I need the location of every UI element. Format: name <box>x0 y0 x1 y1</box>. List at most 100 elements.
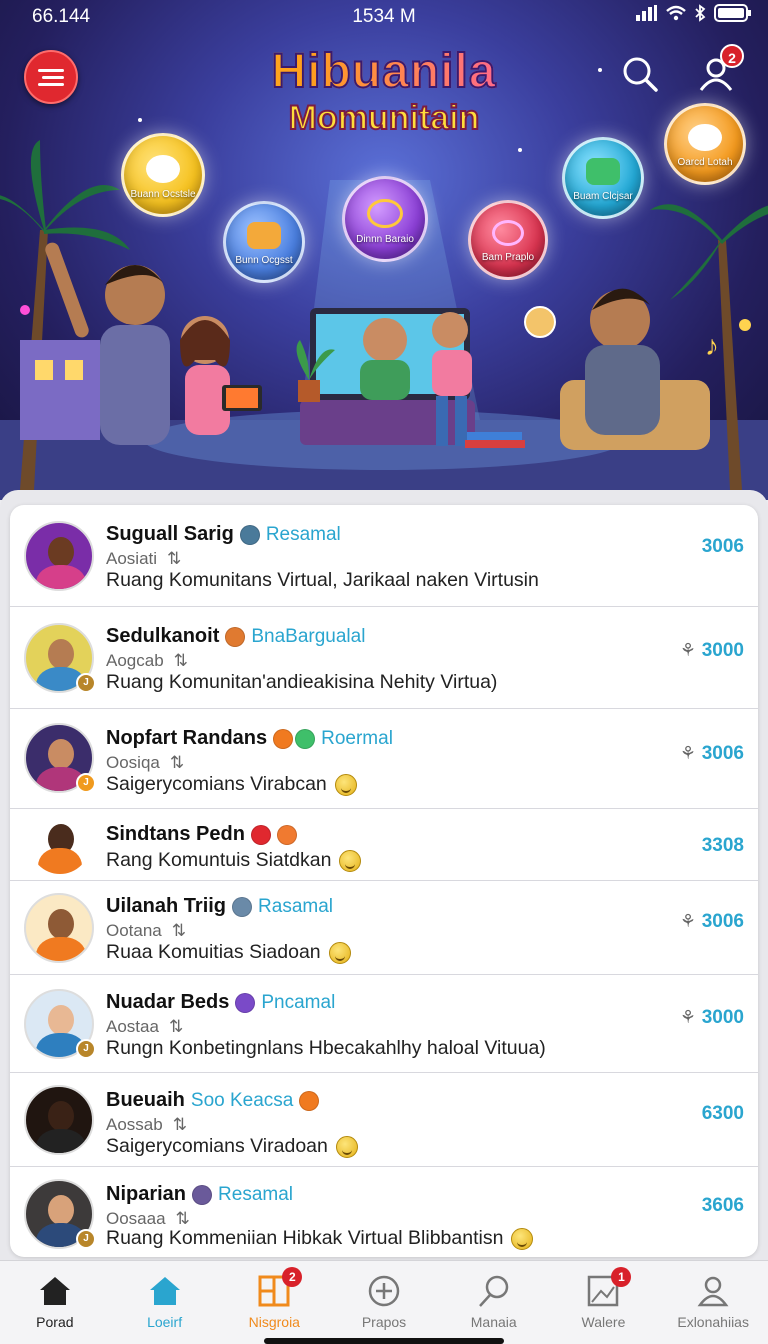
item-description: Rang Komuntuis Siatdkan <box>106 849 362 872</box>
list-item[interactable]: J Sedulkanoit BnaBargualal Aogcab ⇅ Ruan… <box>10 607 758 709</box>
item-name: Uilanah Triig <box>106 895 227 917</box>
item-tag[interactable]: BnaBargualal <box>251 626 365 648</box>
avatar <box>30 814 90 874</box>
battery-icon <box>714 4 751 22</box>
level-badge-icon: J <box>76 1229 96 1249</box>
item-tag[interactable]: Roermal <box>321 728 393 750</box>
nav-item-porad[interactable]: Porad <box>0 1261 110 1344</box>
cat-icon <box>145 154 181 183</box>
nav-item-prapos[interactable]: Prapos <box>329 1261 439 1344</box>
item-name: Nuadar Beds <box>106 991 230 1013</box>
item-description: Ruang Komunitans Virtual, Jarikaal naken… <box>106 569 539 592</box>
item-tag[interactable]: Pncamal <box>261 992 335 1014</box>
item-subtitle: Ootana <box>106 921 162 940</box>
item-description: Ruaa Komuitias Siadoan <box>106 941 351 964</box>
item-subtitle: Oosiqa <box>106 753 160 772</box>
members-icon: ⇅ <box>172 1115 187 1134</box>
item-name: Sindtans Pedn <box>106 823 245 845</box>
item-desc-text: Ruang Kommeniian Hibkak Virtual Blibbant… <box>106 1227 504 1249</box>
avatar <box>24 893 94 963</box>
members-icon: ⇅ <box>169 753 185 772</box>
bluetooth-icon <box>695 4 706 22</box>
nav-item-walere[interactable]: 1 Walere <box>549 1261 659 1344</box>
item-sub-line: Oosiqa ⇅ <box>106 753 184 773</box>
list-item[interactable]: J Nopfart Randans Roermal Oosiqa ⇅ Saige… <box>10 709 758 809</box>
smile-emoji-icon <box>339 849 362 872</box>
home-indicator <box>264 1338 504 1344</box>
mascot-icon <box>688 123 722 151</box>
member-count: 3006 <box>701 911 744 932</box>
item-name: Suguall Sarig <box>106 523 234 545</box>
nav-item-loeirf[interactable]: Loeirf <box>110 1261 220 1344</box>
nav-label: Walere <box>581 1314 626 1330</box>
music-note-icon <box>367 198 403 228</box>
activity-icon: ⚘ <box>679 640 696 660</box>
svg-text:♪: ♪ <box>705 330 719 361</box>
feature-bubble-2[interactable]: Bunn Ocgsst <box>223 201 305 283</box>
item-desc-text: Saigerycomians Viradoan <box>106 1135 328 1157</box>
activity-icon: ⚘ <box>679 1007 696 1027</box>
item-description: Saigerycomians Viradoan <box>106 1135 358 1158</box>
list-item[interactable]: Suguall Sarig Resamal Aosiati ⇅ Ruang Ko… <box>10 505 758 607</box>
signal-icon <box>636 5 657 21</box>
nav-label: Manaia <box>470 1314 517 1330</box>
item-title-line: Bueuaih Soo Keacsa <box>106 1089 320 1112</box>
item-desc-text: Saigerycomians Virabcan <box>106 773 327 795</box>
nav-label: Exlonahiias <box>677 1314 749 1330</box>
member-count: 3606 <box>701 1195 744 1216</box>
nav-item-manaia[interactable]: Manaia <box>439 1261 549 1344</box>
members-icon: ⇅ <box>168 1017 184 1036</box>
item-tag[interactable]: Soo Keacsa <box>191 1090 293 1112</box>
profile-notifications-button[interactable]: 2 <box>694 44 744 96</box>
smile-emoji-icon <box>334 773 357 796</box>
list-item[interactable]: Uilanah Triig Rasamal Ootana ⇅ Ruaa Komu… <box>10 881 758 975</box>
chart-icon <box>586 157 620 185</box>
verified-icon <box>232 896 253 917</box>
list-item[interactable]: Bueuaih Soo Keacsa Aossab ⇅ Saigerycomia… <box>10 1073 758 1167</box>
feature-label: Dinnn Baraio <box>356 234 414 245</box>
home-icon <box>149 1277 180 1305</box>
member-count: 3006 <box>701 536 744 557</box>
item-name: Sedulkanoit <box>106 625 220 647</box>
member-count: 3000 <box>701 640 744 661</box>
community-list: Suguall Sarig Resamal Aosiati ⇅ Ruang Ko… <box>10 505 758 1257</box>
feature-label: Bunn Ocgsst <box>235 255 293 266</box>
verified-icon <box>235 992 256 1013</box>
activity-icon: ⚘ <box>679 911 696 931</box>
feature-bubble-3[interactable]: Dinnn Baraio <box>342 176 428 262</box>
verified-icon <box>192 1184 213 1205</box>
item-title-line: Nuadar Beds Pncamal <box>106 991 335 1014</box>
bottom-navigation: Porad Loeirf 2 Nisgroia Prapos Manaia 1 … <box>0 1260 768 1344</box>
item-tag[interactable]: Resamal <box>218 1184 293 1206</box>
item-desc-text: Rang Komuntuis Siatdkan <box>106 849 332 871</box>
item-title-line: Sedulkanoit BnaBargualal <box>106 625 365 648</box>
list-item[interactable]: J Niparian Resamal Oosaaa ⇅ Ruang Kommen… <box>10 1167 758 1257</box>
nav-item-exlonahiias[interactable]: Exlonahiias <box>658 1261 768 1344</box>
item-desc-text: Ruang Komunitans Virtual, Jarikaal naken… <box>106 569 539 591</box>
logo-line-2: Momunitain <box>288 99 481 137</box>
feature-bubble-1[interactable]: Buann Ocstsle <box>121 133 205 217</box>
item-sub-line: Ootana ⇅ <box>106 921 186 941</box>
item-sub-line: Aogcab ⇅ <box>106 651 188 671</box>
members-icon: ⇅ <box>175 1209 190 1228</box>
nav-item-nisgroia[interactable]: 2 Nisgroia <box>219 1261 329 1344</box>
item-sub-line: Aosiati ⇅ <box>106 549 181 569</box>
item-title-line: Sindtans Pedn <box>106 823 297 846</box>
item-sub-line: Oosaaa ⇅ <box>106 1209 190 1229</box>
feature-bubble-6[interactable]: Oarcd Lotah <box>664 103 746 185</box>
feature-bubble-4[interactable]: Bam Praplo <box>468 200 548 280</box>
member-count: 3308 <box>701 835 744 856</box>
item-tag[interactable]: Resamal <box>266 524 341 546</box>
item-tag[interactable]: Rasamal <box>258 896 333 918</box>
search-button[interactable] <box>618 52 662 96</box>
smile-emoji-icon <box>328 941 351 964</box>
flower-icon <box>491 219 525 246</box>
members-icon: ⇅ <box>167 549 182 568</box>
list-item[interactable]: Sindtans Pedn Rang Komuntuis Siatdkan 33… <box>10 809 758 881</box>
cube-icon <box>247 221 281 249</box>
fire-icon <box>299 1090 320 1111</box>
item-sub-line: Aostaa ⇅ <box>106 1017 183 1037</box>
list-item[interactable]: J Nuadar Beds Pncamal Aostaa ⇅ Rungn Kon… <box>10 975 758 1073</box>
item-name: Bueuaih <box>106 1089 185 1111</box>
feature-bubble-5[interactable]: Buam Clcjsar <box>562 137 644 219</box>
